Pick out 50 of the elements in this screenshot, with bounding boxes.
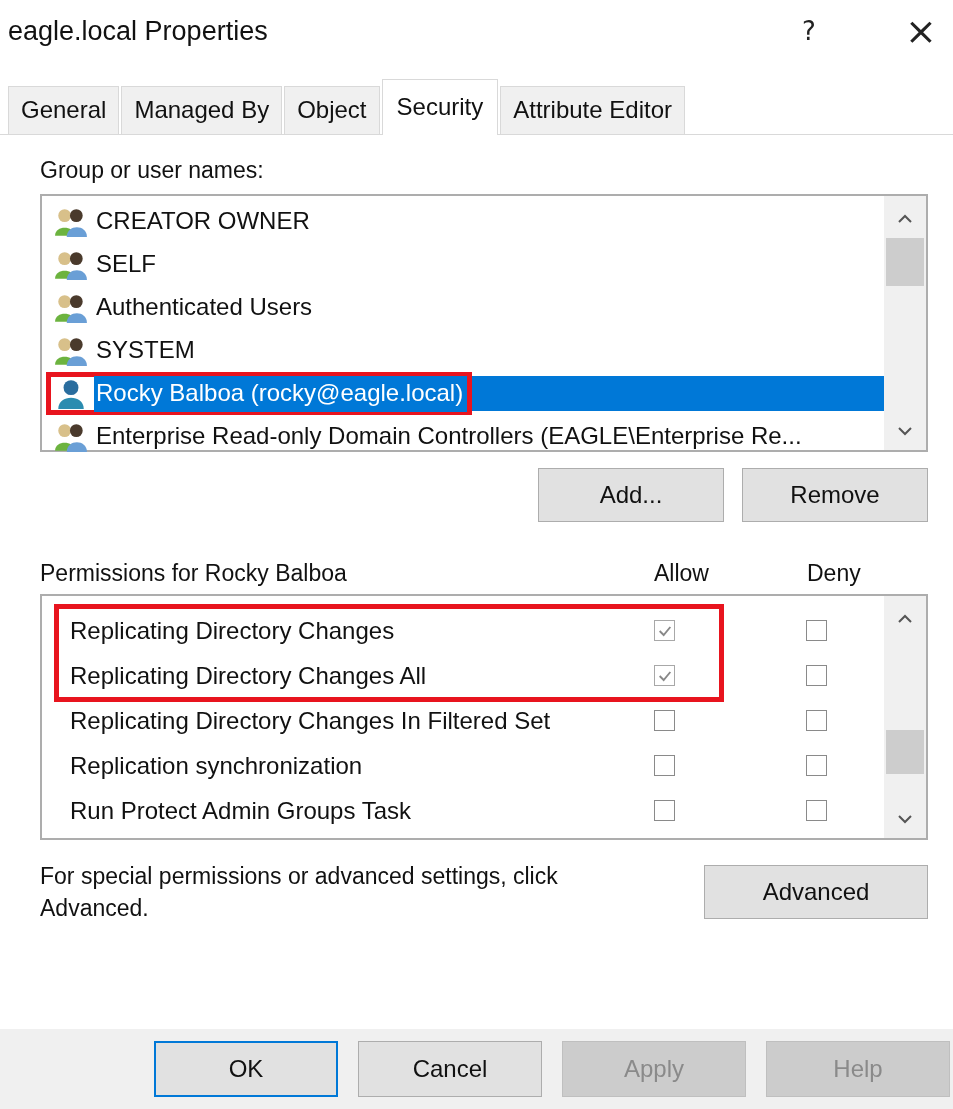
- tab[interactable]: Security: [381, 79, 499, 135]
- deny-checkbox[interactable]: [806, 755, 827, 776]
- tab[interactable]: Attribute Editor: [500, 86, 685, 134]
- scroll-down-icon[interactable]: [897, 814, 913, 824]
- group-icon: [54, 206, 88, 237]
- deny-checkbox[interactable]: [806, 710, 827, 731]
- deny-checkbox[interactable]: [806, 665, 827, 686]
- list-item[interactable]: Rocky Balboa (rocky@eagle.local): [94, 375, 468, 412]
- dialog-button[interactable]: Remove: [742, 468, 928, 522]
- dialog-button[interactable]: OK: [154, 1041, 338, 1097]
- section-label: Group or user names:: [40, 157, 265, 184]
- hint-text: For special permissions or advanced settings, click Advanced.: [40, 862, 559, 923]
- window-title: eagle.local Properties: [8, 15, 269, 47]
- group-icon: [54, 249, 88, 280]
- scrollbar-thumb[interactable]: [886, 730, 924, 774]
- allow-checkbox[interactable]: [654, 710, 675, 731]
- scrollbar-thumb[interactable]: [886, 238, 924, 286]
- dialog-button[interactable]: Add...: [538, 468, 724, 522]
- scroll-up-icon[interactable]: [897, 214, 913, 224]
- allow-checkbox[interactable]: [654, 620, 675, 641]
- allow-checkbox[interactable]: [654, 755, 675, 776]
- permission-name: Replicating Directory Changes: [70, 616, 396, 645]
- list-item[interactable]: Enterprise Read-only Domain Controllers (EAGLE\Enterprise Re...: [94, 418, 806, 455]
- group-icon: [54, 335, 88, 366]
- scroll-down-icon[interactable]: [897, 426, 913, 436]
- permission-name: Replication synchronization: [70, 751, 364, 780]
- list-item[interactable]: Authenticated Users: [94, 289, 317, 326]
- help-button[interactable]: ?: [789, 16, 829, 46]
- list-item[interactable]: SYSTEM: [94, 332, 199, 369]
- dialog-button[interactable]: Cancel: [358, 1041, 542, 1097]
- permission-name: Replicating Directory Changes In Filtered Set: [70, 706, 552, 735]
- section-label: Permissions for Rocky Balboa: [40, 560, 347, 587]
- tab[interactable]: Managed By: [121, 86, 283, 134]
- deny-checkbox[interactable]: [806, 620, 827, 641]
- group-icon: [54, 292, 88, 323]
- permission-name: Run Protect Admin Groups Task: [70, 796, 413, 825]
- deny-checkbox[interactable]: [806, 800, 827, 821]
- permission-name: Replicating Directory Changes All: [70, 661, 428, 690]
- allow-checkbox[interactable]: [654, 800, 675, 821]
- tab[interactable]: Object: [284, 86, 380, 134]
- group-icon: [54, 421, 88, 452]
- list-item[interactable]: SELF: [94, 246, 161, 283]
- close-button[interactable]: ×: [901, 12, 941, 50]
- tab[interactable]: General: [8, 86, 120, 134]
- allow-checkbox[interactable]: [654, 665, 675, 686]
- scroll-up-icon[interactable]: [897, 614, 913, 624]
- advanced-button[interactable]: Advanced: [704, 865, 928, 919]
- column-header: Deny: [807, 560, 861, 587]
- column-header: Allow: [654, 560, 709, 587]
- list-item[interactable]: CREATOR OWNER: [94, 203, 314, 240]
